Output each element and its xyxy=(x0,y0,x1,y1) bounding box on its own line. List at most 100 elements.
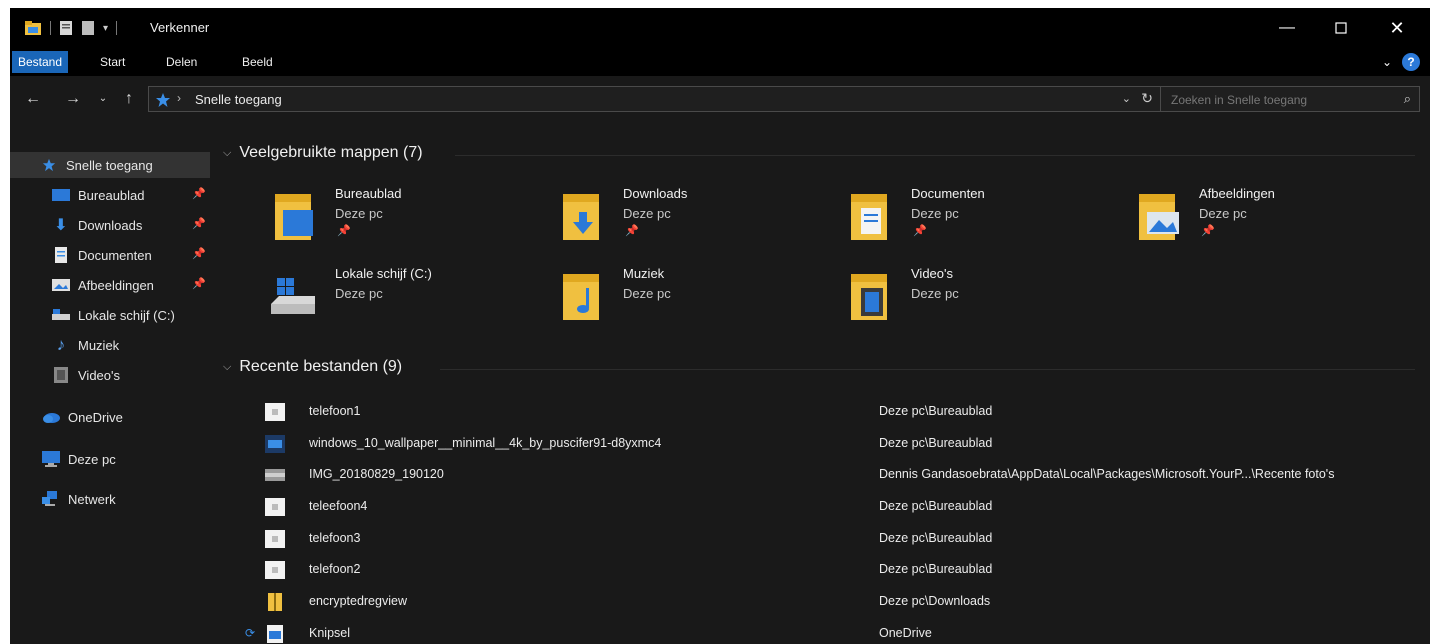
tab-bestand[interactable]: Bestand xyxy=(12,51,69,73)
folder-tile-documenten[interactable]: Documenten Deze pc 📌 xyxy=(801,184,1081,254)
image-file-icon xyxy=(265,403,285,421)
ribbon-controls: ⌄ ? xyxy=(1382,53,1420,71)
sidebar-item-downloads[interactable]: ⬇ Downloads 📌 xyxy=(10,212,210,238)
file-location: Deze pc\Downloads xyxy=(879,594,991,608)
forward-arrow-icon[interactable]: → xyxy=(62,88,84,110)
sidebar-item-snelle-toegang[interactable]: Snelle toegang xyxy=(10,152,210,178)
recent-file-row[interactable]: teleefoon4 Deze pc\Bureaublad xyxy=(255,492,1425,522)
recent-file-row[interactable]: encryptedregview Deze pc\Downloads xyxy=(255,587,1425,617)
chevron-down-icon[interactable]: ⌵ xyxy=(223,361,231,374)
chevron-down-icon[interactable]: ▾ xyxy=(103,23,108,34)
section-header-recent[interactable]: ⌵ Recente bestanden (9) xyxy=(223,358,402,376)
pin-icon: 📌 xyxy=(1201,225,1215,237)
search-input[interactable] xyxy=(1171,91,1391,109)
new-folder-icon[interactable] xyxy=(81,20,95,36)
sidebar-item-lokale-schijf[interactable]: Lokale schijf (C:) xyxy=(10,302,210,328)
drive-icon xyxy=(52,306,70,324)
sidebar-item-muziek[interactable]: ♪ Muziek xyxy=(10,332,210,358)
maximize-icon xyxy=(1335,22,1347,34)
refresh-icon[interactable]: ↻ xyxy=(1141,90,1153,107)
star-icon xyxy=(40,156,58,174)
help-icon[interactable]: ? xyxy=(1402,53,1420,71)
recent-file-row[interactable]: telefoon1 Deze pc\Bureaublad xyxy=(255,397,1425,427)
address-bar[interactable]: › Snelle toegang ⌄ ↻ xyxy=(148,86,1162,112)
folder-name: Video's xyxy=(911,266,953,281)
pin-icon[interactable]: 📌 xyxy=(192,187,206,200)
sidebar-item-deze-pc[interactable]: Deze pc xyxy=(10,446,210,472)
sidebar-item-label: Bureaublad xyxy=(78,187,145,203)
explorer-window: ▾ Verkenner — ✕ Bestand Start Delen Beel… xyxy=(10,8,1430,644)
folder-name: Documenten xyxy=(911,186,985,201)
folder-app-icon[interactable] xyxy=(24,20,42,36)
sidebar-item-afbeeldingen[interactable]: Afbeeldingen 📌 xyxy=(10,272,210,298)
computer-icon xyxy=(42,450,60,468)
file-name: telefoon2 xyxy=(309,562,361,576)
sidebar-item-netwerk[interactable]: Netwerk xyxy=(10,486,210,512)
tab-delen[interactable]: Delen xyxy=(160,51,203,73)
chevron-down-icon[interactable]: ⌄ xyxy=(1122,92,1131,105)
folder-tile-bureaublad[interactable]: Bureaublad Deze pc 📌 xyxy=(225,184,505,254)
pin-icon[interactable]: 📌 xyxy=(192,217,206,230)
up-arrow-icon[interactable]: ↑ xyxy=(118,88,140,110)
folder-tile-afbeeldingen[interactable]: Afbeeldingen Deze pc 📌 xyxy=(1089,184,1369,254)
folder-tile-lokale-schijf[interactable]: Lokale schijf (C:) Deze pc xyxy=(225,264,505,334)
section-title: Recente bestanden (9) xyxy=(239,358,403,375)
file-name: Knipsel xyxy=(309,626,350,640)
quick-access-star-icon xyxy=(156,93,170,107)
documents-folder-icon xyxy=(851,194,887,240)
close-button[interactable]: ✕ xyxy=(1374,14,1420,42)
file-name: windows_10_wallpaper__minimal__4k_by_pus… xyxy=(309,436,662,450)
image-file-icon xyxy=(265,469,285,481)
recent-locations-icon[interactable]: ⌄ xyxy=(92,88,114,110)
sidebar-item-bureaublad[interactable]: Bureaublad 📌 xyxy=(10,182,210,208)
recent-file-row[interactable]: IMG_20180829_190120 Dennis Gandasoebrata… xyxy=(255,460,1425,490)
file-name: encryptedregview xyxy=(309,594,407,608)
pin-icon[interactable]: 📌 xyxy=(192,277,206,290)
close-icon: ✕ xyxy=(1389,17,1405,38)
sidebar-item-label: Deze pc xyxy=(68,451,116,467)
sidebar-item-videos[interactable]: Video's xyxy=(10,362,210,388)
folder-name: Downloads xyxy=(623,186,688,201)
minimize-button[interactable]: — xyxy=(1264,14,1310,42)
expand-ribbon-icon[interactable]: ⌄ xyxy=(1382,55,1392,69)
sidebar-item-onedrive[interactable]: OneDrive xyxy=(10,404,210,430)
recent-file-row[interactable]: windows_10_wallpaper__minimal__4k_by_pus… xyxy=(255,429,1425,459)
recent-file-row[interactable]: telefoon3 Deze pc\Bureaublad xyxy=(255,524,1425,554)
search-icon[interactable]: ⌕ xyxy=(1404,91,1411,107)
sidebar-item-label: Downloads xyxy=(78,217,143,233)
breadcrumb-separator-icon[interactable]: › xyxy=(177,91,181,105)
drive-icon xyxy=(271,278,315,314)
sidebar-item-label: Lokale schijf (C:) xyxy=(78,307,175,323)
chevron-down-icon[interactable]: ⌵ xyxy=(223,147,231,160)
music-icon: ♪ xyxy=(56,335,66,354)
breadcrumb[interactable]: Snelle toegang xyxy=(195,92,282,107)
section-header-frequent[interactable]: ⌵ Veelgebruikte mappen (7) xyxy=(223,144,423,162)
file-name: telefoon1 xyxy=(309,404,361,418)
sidebar-item-documenten[interactable]: Documenten 📌 xyxy=(10,242,210,268)
section-title: Veelgebruikte mappen (7) xyxy=(239,144,423,161)
desktop-folder-icon xyxy=(275,194,313,240)
file-location: Deze pc\Bureaublad xyxy=(879,436,993,450)
folder-tile-downloads[interactable]: Downloads Deze pc 📌 xyxy=(513,184,793,254)
recent-file-row[interactable]: telefoon2 Deze pc\Bureaublad xyxy=(255,555,1425,585)
pin-icon[interactable]: 📌 xyxy=(192,247,206,260)
image-file-icon xyxy=(267,625,283,643)
recent-file-row[interactable]: ⟳ Knipsel OneDrive xyxy=(245,619,1425,644)
file-location: OneDrive xyxy=(879,626,932,640)
sidebar-item-label: Snelle toegang xyxy=(66,157,153,173)
document-icon xyxy=(52,246,70,264)
folder-tile-muziek[interactable]: Muziek Deze pc xyxy=(513,264,793,334)
tab-start[interactable]: Start xyxy=(94,51,131,73)
back-arrow-icon[interactable]: ← xyxy=(22,88,44,110)
sidebar-item-label: Video's xyxy=(78,367,120,383)
properties-icon[interactable] xyxy=(59,20,73,36)
tab-beeld[interactable]: Beeld xyxy=(236,51,279,73)
maximize-button[interactable] xyxy=(1318,14,1364,42)
quick-access-toolbar: ▾ xyxy=(24,20,125,36)
image-icon xyxy=(52,276,70,294)
desktop-icon xyxy=(52,186,70,204)
search-box[interactable]: ⌕ xyxy=(1160,86,1420,112)
sidebar-item-label: Muziek xyxy=(78,337,120,353)
folder-tile-videos[interactable]: Video's Deze pc xyxy=(801,264,1081,334)
zip-folder-icon xyxy=(268,593,282,611)
